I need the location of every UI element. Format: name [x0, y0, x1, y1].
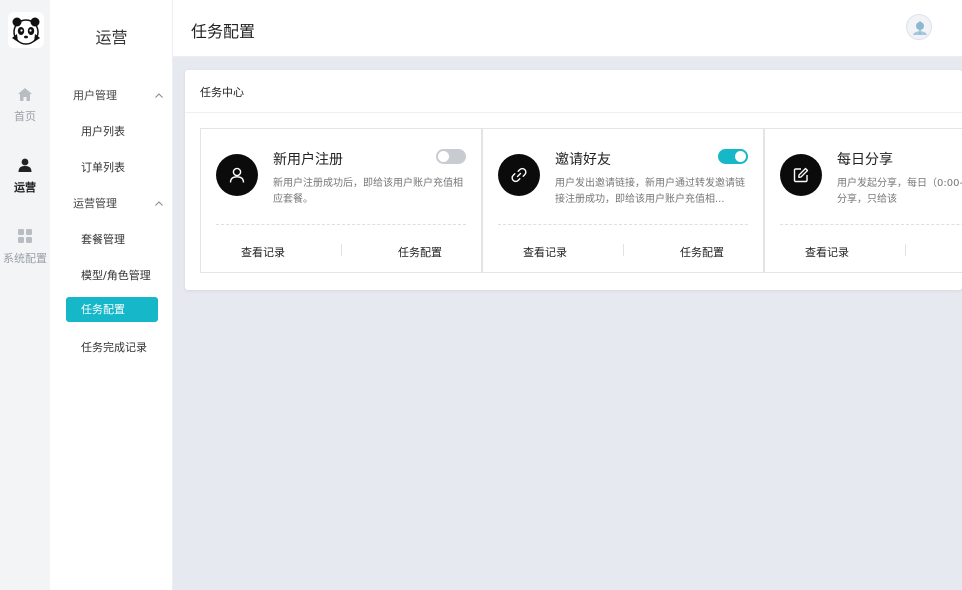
task-center-panel: 任务中心 新用户注册 新用户注册成功后，即给该用户账户充值相应套餐。 查看记录 … — [185, 70, 962, 290]
divider — [623, 244, 624, 256]
task-config-link[interactable]: 任务配置 — [680, 244, 724, 260]
rail-item-label: 首页 — [14, 110, 36, 123]
rail-item-label: 运营 — [14, 181, 36, 194]
menu-item-user-list[interactable]: 用户列表 — [81, 123, 125, 139]
menu-group-operations-management[interactable]: 运营管理 — [73, 195, 163, 211]
task-card-invite-friends: 邀请好友 用户发出邀请链接，新用户通过转发邀请链接注册成功，即给该用户账户充值相… — [482, 128, 764, 273]
rail-item-home[interactable]: 首页 — [0, 86, 50, 124]
icon-rail: 首页 运营 系统配置 — [0, 0, 50, 590]
menu-group-label: 运营管理 — [73, 197, 117, 210]
task-enable-toggle[interactable] — [718, 149, 748, 164]
rail-item-label: 系统配置 — [3, 252, 47, 265]
panel-title: 任务中心 — [185, 70, 962, 113]
task-card-title: 邀请好友 — [555, 152, 611, 168]
divider — [498, 224, 748, 225]
task-card-description: 用户发出邀请链接，新用户通过转发邀请链接注册成功，即给该用户账户充值相... — [555, 178, 745, 205]
menu-group-user-management[interactable]: 用户管理 — [73, 87, 163, 103]
user-outline-icon — [216, 154, 258, 196]
user-icon — [18, 157, 32, 176]
view-records-link[interactable]: 查看记录 — [241, 244, 285, 260]
toggle-knob — [735, 151, 746, 162]
menu-item-task-config[interactable]: 任务配置 — [66, 297, 158, 322]
home-icon — [18, 86, 32, 105]
menu-item-package-management[interactable]: 套餐管理 — [81, 231, 125, 247]
page-title: 任务配置 — [191, 22, 256, 41]
link-icon — [498, 154, 540, 196]
rail-item-operations[interactable]: 运营 — [0, 157, 50, 195]
task-card-title: 新用户注册 — [273, 152, 343, 168]
menu-title: 运营 — [95, 28, 128, 47]
panda-logo-icon[interactable] — [8, 12, 44, 48]
menu-item-task-completion-records[interactable]: 任务完成记录 — [81, 339, 147, 355]
view-records-link[interactable]: 查看记录 — [805, 244, 849, 260]
divider — [341, 244, 342, 256]
grid-icon — [18, 228, 32, 247]
divider — [905, 244, 906, 256]
view-records-link[interactable]: 查看记录 — [523, 244, 567, 260]
task-card-title: 每日分享 — [837, 152, 893, 168]
top-header: 任务配置 — [173, 0, 962, 57]
menu-item-model-role-management[interactable]: 模型/角色管理 — [81, 267, 151, 283]
avatar[interactable] — [906, 14, 932, 40]
secondary-menu: 运营 用户管理 用户列表 订单列表 运营管理 套餐管理 模型/角色管理 任务配置… — [50, 0, 173, 590]
task-enable-toggle[interactable] — [436, 149, 466, 164]
edit-icon — [780, 154, 822, 196]
task-card-description: 新用户注册成功后，即给该用户账户充值相应套餐。 — [273, 178, 463, 205]
chevron-up-icon — [155, 90, 163, 101]
divider — [780, 224, 962, 225]
toggle-knob — [438, 151, 449, 162]
task-card-description: 用户发起分享，每日（0:00-23:59）多次发起分享，只给该 — [837, 178, 962, 205]
chevron-up-icon — [155, 198, 163, 209]
task-config-link[interactable]: 任务配置 — [398, 244, 442, 260]
menu-item-order-list[interactable]: 订单列表 — [81, 159, 125, 175]
menu-group-label: 用户管理 — [73, 89, 117, 102]
divider — [216, 224, 466, 225]
task-card-new-user-register: 新用户注册 新用户注册成功后，即给该用户账户充值相应套餐。 查看记录 任务配置 — [200, 128, 482, 273]
rail-item-system-config[interactable]: 系统配置 — [0, 228, 50, 266]
task-card-daily-share: 每日分享 用户发起分享，每日（0:00-23:59）多次发起分享，只给该 查看记… — [764, 128, 962, 273]
